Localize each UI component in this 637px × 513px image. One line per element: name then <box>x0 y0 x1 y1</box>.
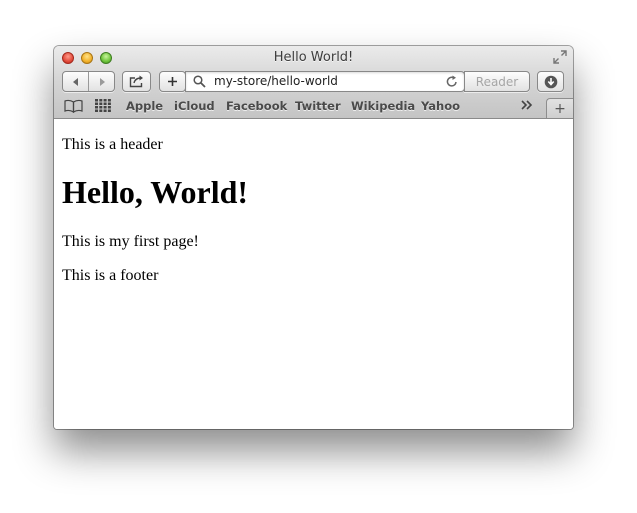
downloads-button[interactable] <box>537 71 564 92</box>
fullscreen-icon[interactable] <box>553 50 567 64</box>
bookmark-wikipedia[interactable]: Wikipedia <box>351 99 415 113</box>
page-header-text: This is a header <box>62 136 163 153</box>
browser-chrome: Hello World! my-store/hello-world Reader… <box>54 46 573 119</box>
reload-icon[interactable] <box>446 75 458 93</box>
browser-window: Hello World! my-store/hello-world Reader… <box>54 46 573 429</box>
bookmark-apple[interactable]: Apple <box>126 99 163 113</box>
magnifier-icon <box>193 75 206 93</box>
back-arrow-icon <box>72 77 78 86</box>
bookmark-yahoo[interactable]: Yahoo <box>421 99 460 113</box>
bookmark-icloud[interactable]: iCloud <box>174 99 215 113</box>
grid-icon[interactable] <box>95 99 111 117</box>
bookmark-twitter[interactable]: Twitter <box>295 99 341 113</box>
page-body-text: This is my first page! <box>62 233 199 250</box>
web-page-content: This is a header Hello, World! This is m… <box>54 119 573 429</box>
forward-button[interactable] <box>88 72 114 91</box>
bookmark-facebook[interactable]: Facebook <box>226 99 287 113</box>
back-forward-group <box>62 71 115 92</box>
bookmarks-bar: Apple iCloud Facebook Twitter Wikipedia … <box>54 96 573 118</box>
back-button[interactable] <box>63 72 88 91</box>
chevron-double-right-icon[interactable] <box>520 98 534 117</box>
plus-icon <box>168 77 177 86</box>
address-bar[interactable]: my-store/hello-world <box>185 71 465 92</box>
share-button[interactable] <box>122 71 151 92</box>
reader-button[interactable]: Reader <box>464 71 530 92</box>
page-heading: Hello, World! <box>62 174 249 210</box>
page-footer-text: This is a footer <box>62 267 159 284</box>
add-bookmark-button[interactable] <box>159 71 186 92</box>
address-url[interactable]: my-store/hello-world <box>214 74 338 88</box>
forward-arrow-icon <box>99 77 105 86</box>
window-title: Hello World! <box>273 50 354 65</box>
new-tab-button[interactable]: + <box>546 98 573 118</box>
download-icon <box>544 75 557 88</box>
share-icon <box>129 75 143 88</box>
book-icon[interactable] <box>64 99 83 118</box>
